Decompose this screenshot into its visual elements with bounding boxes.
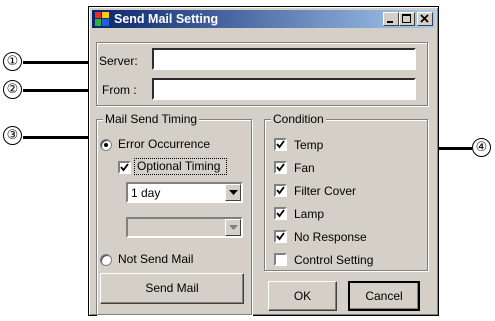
control-setting-label: Control Setting: [294, 253, 374, 267]
cancel-button[interactable]: Cancel: [348, 281, 420, 311]
chevron-down-icon[interactable]: [225, 184, 241, 201]
maximize-icon[interactable]: [399, 12, 415, 26]
minimize-icon[interactable]: [383, 12, 399, 26]
mail-app-icon: [95, 12, 109, 26]
error-occurrence-radio[interactable]: [100, 139, 112, 151]
from-label: From :: [102, 83, 137, 97]
optional-timing-checkbox[interactable]: [118, 161, 131, 174]
callout-3: ③: [3, 126, 22, 145]
not-send-mail-radio[interactable]: [100, 254, 112, 266]
server-label: Server:: [99, 54, 138, 68]
callout-1: ①: [3, 52, 22, 71]
callout-2-leader: [23, 89, 98, 92]
control-setting-checkbox[interactable]: [274, 253, 287, 266]
filter-cover-checkbox[interactable]: [274, 184, 287, 197]
lamp-checkbox[interactable]: [274, 207, 287, 220]
lamp-label: Lamp: [294, 207, 325, 221]
condition-title: Condition: [271, 112, 326, 126]
secondary-select[interactable]: [126, 217, 243, 238]
no-response-label: No Response: [294, 230, 367, 244]
send-mail-button[interactable]: Send Mail: [100, 273, 244, 304]
callout-4: ④: [472, 138, 491, 157]
mail-send-timing-title: Mail Send Timing: [103, 112, 200, 126]
window-title: Send Mail Setting: [114, 12, 219, 26]
not-send-mail-label: Not Send Mail: [118, 252, 194, 266]
send-mail-setting-dialog: Send Mail Setting Server: From : Mail Se…: [88, 6, 439, 316]
optional-timing-label: Optional Timing: [137, 159, 221, 173]
filter-cover-label: Filter Cover: [294, 184, 357, 198]
title-bar[interactable]: Send Mail Setting: [92, 10, 435, 28]
error-occurrence-label: Error Occurrence: [118, 137, 211, 151]
close-icon[interactable]: [417, 12, 433, 26]
interval-select-value: 1 day: [131, 186, 161, 200]
callout-2: ②: [3, 80, 22, 99]
fan-label: Fan: [294, 161, 315, 175]
server-field[interactable]: [152, 48, 416, 70]
fan-checkbox[interactable]: [274, 161, 287, 174]
temp-checkbox[interactable]: [274, 138, 287, 151]
from-field[interactable]: [152, 78, 416, 100]
callout-1-leader: [23, 61, 98, 64]
temp-label: Temp: [294, 138, 324, 152]
ok-button[interactable]: OK: [268, 281, 337, 311]
no-response-checkbox[interactable]: [274, 230, 287, 243]
chevron-down-icon-disabled[interactable]: [225, 219, 241, 236]
interval-select[interactable]: 1 day: [126, 182, 243, 203]
